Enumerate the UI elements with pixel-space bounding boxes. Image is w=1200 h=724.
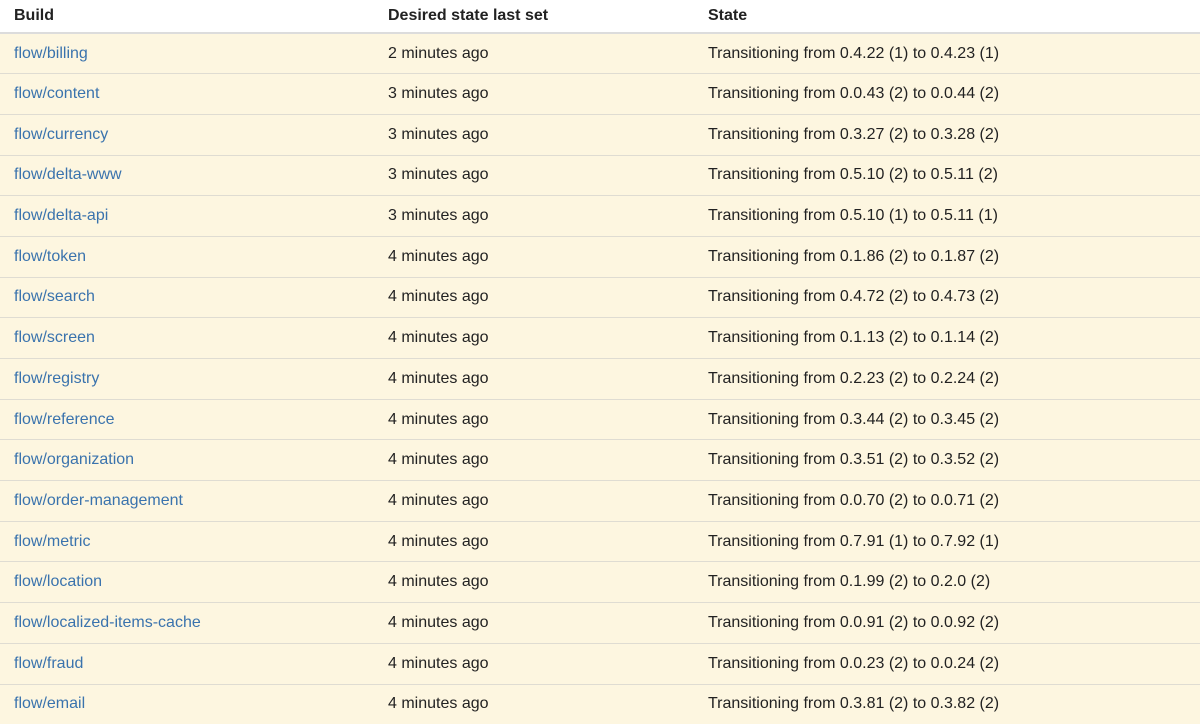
build-cell: flow/registry: [0, 358, 374, 400]
table-row: flow/billing 2 minutes ago Transitioning f…: [0, 33, 1200, 75]
build-cell: flow/metric: [0, 521, 374, 563]
state-cell: Transitioning from 0.3.44 (2) to 0.3.45 …: [694, 399, 1200, 441]
desired-state-cell: 2 minutes ago: [374, 33, 694, 75]
build-cell: flow/token: [0, 236, 374, 278]
desired-state-cell: 4 minutes ago: [374, 602, 694, 644]
table-row: flow/delta-api 3 minutes ago Transitioning…: [0, 195, 1200, 237]
build-link[interactable]: flow/organization: [14, 451, 134, 468]
table-row: flow/localized-items-cache 4 minutes ago T…: [0, 602, 1200, 644]
table-row: flow/metric 4 minutes ago Transitioning fr…: [0, 521, 1200, 563]
desired-state-cell: 3 minutes ago: [374, 155, 694, 197]
build-cell: flow/delta-api: [0, 195, 374, 237]
desired-state-cell: 3 minutes ago: [374, 73, 694, 115]
build-cell: flow/fraud: [0, 643, 374, 685]
build-link[interactable]: flow/billing: [14, 45, 88, 62]
desired-state-cell: 4 minutes ago: [374, 561, 694, 604]
build-cell: flow/delta-www: [0, 155, 374, 197]
build-link[interactable]: flow/order-management: [14, 492, 183, 509]
desired-state-cell: 4 minutes ago: [374, 317, 694, 359]
build-cell: flow/location: [0, 561, 374, 604]
state-cell: Transitioning from 0.1.13 (2) to 0.1.14 …: [694, 317, 1200, 359]
table-header: Build Desired state last set State: [0, 0, 1200, 34]
table-body: flow/billing 2 minutes ago Transitioning f…: [0, 33, 1200, 724]
state-cell: Transitioning from 0.5.10 (1) to 0.5.11 …: [694, 195, 1200, 237]
table-row: flow/email 4 minutes ago Transitioning fro…: [0, 684, 1200, 724]
build-link[interactable]: flow/search: [14, 288, 95, 305]
table-row: flow/fraud 4 minutes ago Transitioning fro…: [0, 643, 1200, 685]
state-cell: Transitioning from 0.0.23 (2) to 0.0.24 …: [694, 643, 1200, 685]
table-row: flow/organization 4 minutes ago Transition…: [0, 439, 1200, 482]
build-cell: flow/localized-items-cache: [0, 602, 374, 644]
state-cell: Transitioning from 0.2.23 (2) to 0.2.24 …: [694, 358, 1200, 400]
table-row: flow/content 3 minutes ago Transitioning f…: [0, 73, 1200, 115]
desired-state-cell: 4 minutes ago: [374, 521, 694, 563]
build-link[interactable]: flow/delta-api: [14, 207, 108, 224]
state-cell: Transitioning from 0.4.72 (2) to 0.4.73 …: [694, 277, 1200, 319]
desired-state-cell: 4 minutes ago: [374, 399, 694, 441]
state-cell: Transitioning from 0.3.51 (2) to 0.3.52 …: [694, 439, 1200, 482]
build-cell: flow/email: [0, 684, 374, 724]
column-header-state: State: [694, 0, 1200, 34]
desired-state-cell: 4 minutes ago: [374, 439, 694, 482]
state-cell: Transitioning from 0.3.27 (2) to 0.3.28 …: [694, 114, 1200, 156]
build-link[interactable]: flow/localized-items-cache: [14, 614, 201, 631]
build-cell: flow/content: [0, 73, 374, 115]
build-link[interactable]: flow/email: [14, 695, 85, 712]
table-row: flow/delta-www 3 minutes ago Transitioning…: [0, 155, 1200, 197]
table-row: flow/search 4 minutes ago Transitioning fr…: [0, 277, 1200, 319]
desired-state-cell: 4 minutes ago: [374, 480, 694, 522]
build-cell: flow/screen: [0, 317, 374, 359]
build-cell: flow/order-management: [0, 480, 374, 522]
state-cell: Transitioning from 0.1.86 (2) to 0.1.87 …: [694, 236, 1200, 278]
header-row: Build Desired state last set State: [0, 0, 1200, 34]
state-cell: Transitioning from 0.4.22 (1) to 0.4.23 …: [694, 33, 1200, 75]
build-link[interactable]: flow/metric: [14, 533, 90, 550]
desired-state-cell: 3 minutes ago: [374, 114, 694, 156]
desired-state-cell: 4 minutes ago: [374, 236, 694, 278]
table-row: flow/order-management 4 minutes ago Transi…: [0, 480, 1200, 522]
state-cell: Transitioning from 0.0.70 (2) to 0.0.71 …: [694, 480, 1200, 522]
builds-table: Build Desired state last set State flow/…: [0, 0, 1200, 724]
build-cell: flow/currency: [0, 114, 374, 156]
state-cell: Transitioning from 0.5.10 (2) to 0.5.11 …: [694, 155, 1200, 197]
column-header-desired-state: Desired state last set: [374, 0, 694, 34]
build-link[interactable]: flow/content: [14, 85, 99, 102]
state-cell: Transitioning from 0.0.91 (2) to 0.0.92 …: [694, 602, 1200, 644]
build-cell: flow/billing: [0, 33, 374, 75]
table-row: flow/screen 4 minutes ago Transitioning fr…: [0, 317, 1200, 359]
column-header-build: Build: [0, 0, 374, 34]
state-cell: Transitioning from 0.3.81 (2) to 0.3.82 …: [694, 684, 1200, 724]
build-link[interactable]: flow/delta-www: [14, 166, 122, 183]
table-row: flow/registry 4 minutes ago Transitioning …: [0, 358, 1200, 400]
build-link[interactable]: flow/currency: [14, 126, 108, 143]
desired-state-cell: 4 minutes ago: [374, 643, 694, 685]
table-row: flow/token 4 minutes ago Transitioning fro…: [0, 236, 1200, 278]
desired-state-cell: 4 minutes ago: [374, 358, 694, 400]
build-cell: flow/search: [0, 277, 374, 319]
state-cell: Transitioning from 0.7.91 (1) to 0.7.92 …: [694, 521, 1200, 563]
build-link[interactable]: flow/registry: [14, 370, 99, 387]
state-cell: Transitioning from 0.1.99 (2) to 0.2.0 (…: [694, 561, 1200, 604]
build-link[interactable]: flow/token: [14, 248, 86, 265]
desired-state-cell: 4 minutes ago: [374, 277, 694, 319]
desired-state-cell: 4 minutes ago: [374, 684, 694, 724]
table-row: flow/location 4 minutes ago Transitioning …: [0, 561, 1200, 604]
table-row: flow/reference 4 minutes ago Transitioning…: [0, 399, 1200, 441]
desired-state-cell: 3 minutes ago: [374, 195, 694, 237]
build-cell: flow/reference: [0, 399, 374, 441]
state-cell: Transitioning from 0.0.43 (2) to 0.0.44 …: [694, 73, 1200, 115]
build-cell: flow/organization: [0, 439, 374, 482]
build-link[interactable]: flow/fraud: [14, 655, 83, 672]
build-link[interactable]: flow/location: [14, 573, 102, 590]
build-link[interactable]: flow/reference: [14, 411, 115, 428]
table-row: flow/currency 3 minutes ago Transitioning …: [0, 114, 1200, 156]
build-link[interactable]: flow/screen: [14, 329, 95, 346]
